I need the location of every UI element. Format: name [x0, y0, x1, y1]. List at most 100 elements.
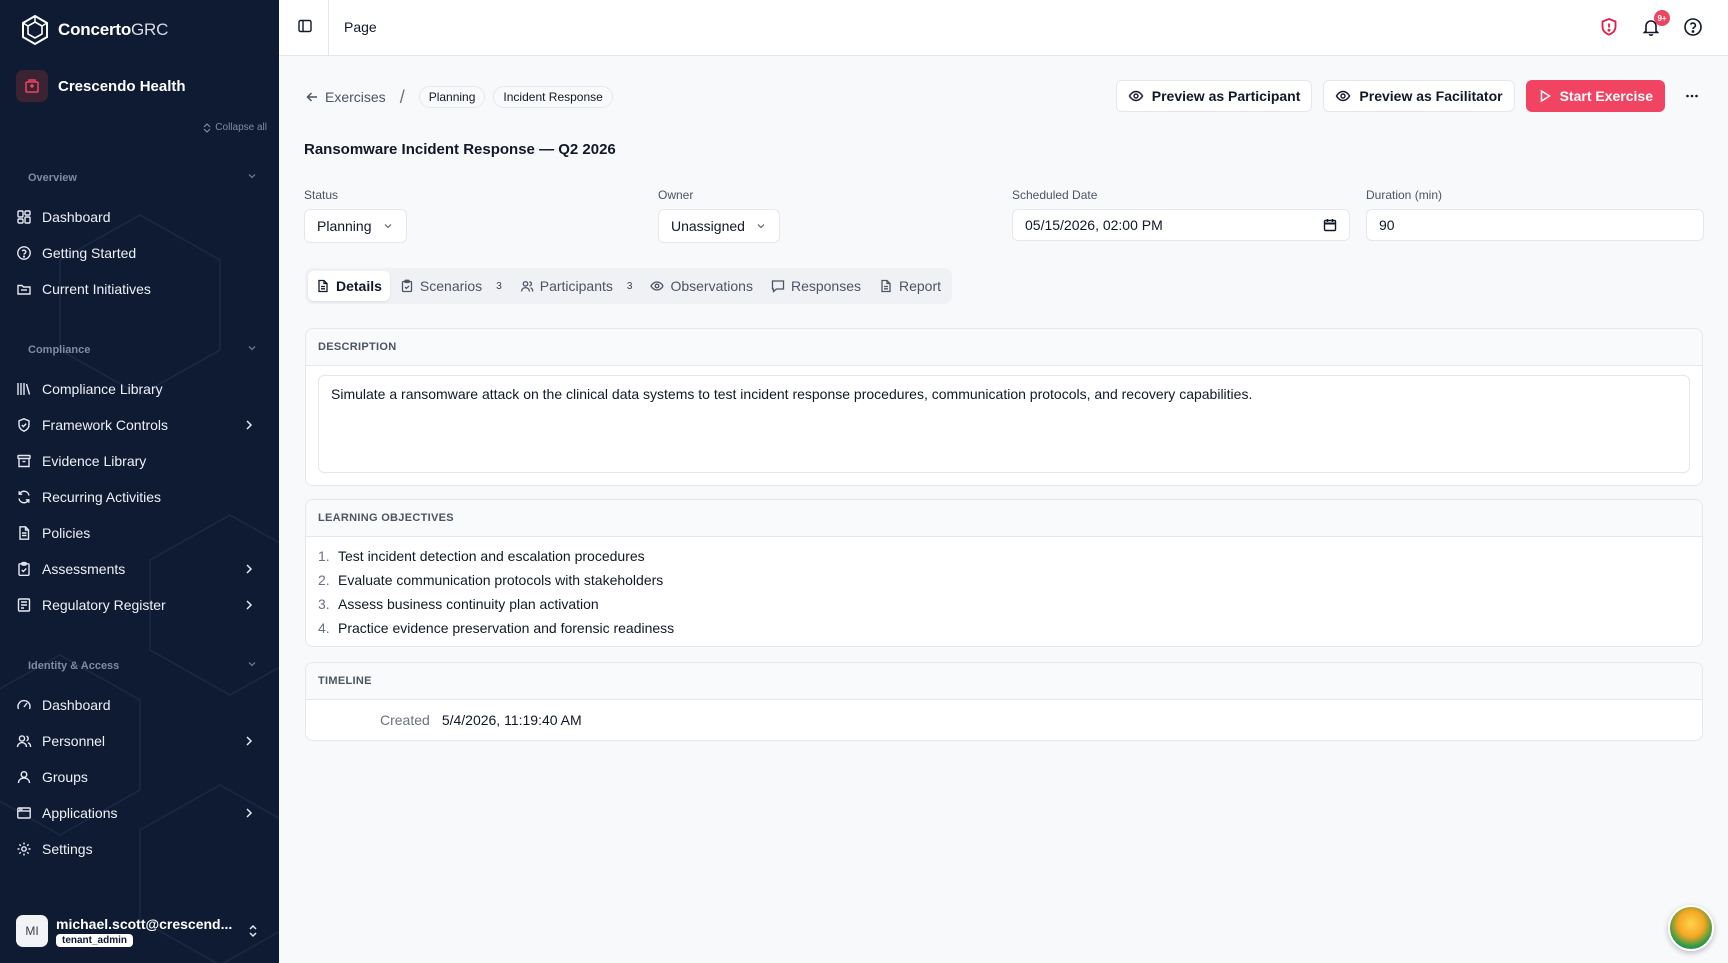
security-alert-button[interactable]: [1599, 17, 1619, 42]
list-item: 1. Test incident detection and escalation…: [318, 548, 645, 564]
sidebar-item-recurring-activities[interactable]: Recurring Activities: [16, 482, 266, 512]
chevrons-vertical-icon: [203, 122, 211, 133]
description-header: DESCRIPTION: [306, 329, 1702, 366]
assistant-avatar-button[interactable]: [1668, 905, 1714, 951]
section-label-compliance[interactable]: Compliance: [28, 344, 90, 356]
scheduled-date-field: Scheduled Date 05/15/2026, 02:00 PM: [1012, 188, 1350, 241]
chevrons-up-down-icon[interactable]: [246, 924, 260, 938]
brand-logo[interactable]: ConcertoGRC: [20, 14, 168, 46]
role-badge: tenant_admin: [56, 933, 134, 947]
owner-label: Owner: [658, 188, 694, 202]
chevron-down-icon: [757, 224, 765, 229]
list-item: 3. Assess business continuity plan activa…: [318, 596, 599, 612]
clipboard-icon: [18, 561, 30, 576]
archive-icon: [17, 454, 31, 468]
app-window-icon: [17, 807, 31, 819]
duration-field: Duration (min) 90: [1366, 188, 1704, 241]
tab-observations[interactable]: Observations: [642, 271, 760, 301]
scenario-count: 3: [496, 280, 502, 292]
shield-alert-icon: [1601, 18, 1617, 36]
duration-input[interactable]: 90: [1366, 209, 1704, 241]
sidebar-item-settings[interactable]: Settings: [16, 834, 266, 864]
gear-icon: [17, 842, 31, 856]
topbar: Page: [279, 0, 1728, 56]
sidebar-item-getting-started[interactable]: Getting Started: [16, 238, 266, 268]
topbar-divider: [328, 0, 329, 56]
start-exercise-button[interactable]: Start Exercise: [1525, 80, 1665, 112]
collapse-all-button[interactable]: Collapse all: [203, 122, 267, 133]
main-content: Exercises / Planning Incident Response P…: [279, 56, 1728, 963]
chevron-down-icon[interactable]: [247, 343, 257, 356]
tab-details[interactable]: Details: [308, 271, 390, 301]
objectives-list: 1. Test incident detection and escalation…: [306, 537, 1702, 646]
chevron-right-icon[interactable]: [242, 806, 256, 820]
preview-as-facilitator-button[interactable]: Preview as Facilitator: [1323, 80, 1515, 112]
tab-scenarios[interactable]: Scenarios 3: [392, 271, 510, 301]
learning-objectives-header: LEARNING OBJECTIVES: [306, 500, 1702, 537]
timeline-header: TIMELINE: [306, 663, 1702, 700]
library-icon: [17, 383, 31, 395]
notification-count-badge: 9+: [1654, 10, 1670, 26]
sidebar-item-applications[interactable]: Applications: [16, 798, 266, 828]
eye-icon: [650, 281, 665, 291]
sidebar-item-groups[interactable]: Groups: [16, 762, 266, 792]
dashboard-icon: [17, 210, 31, 224]
chevron-right-icon[interactable]: [242, 734, 256, 748]
exercise-title: Ransomware Incident Response — Q2 2026: [304, 141, 616, 158]
users-icon: [520, 280, 534, 292]
status-field: Status Planning: [304, 188, 642, 243]
sidebar-item-dashboard[interactable]: Dashboard: [16, 202, 266, 232]
play-icon: [1540, 89, 1551, 103]
eye-icon: [1128, 90, 1144, 102]
section-label-overview[interactable]: Overview: [28, 172, 77, 184]
hospital-icon: [16, 70, 48, 102]
list-item: 2. Evaluate communication protocols with …: [318, 572, 664, 588]
user-menu[interactable]: MI michael.scott@crescend... tenant_admi…: [16, 914, 266, 948]
tab-responses[interactable]: Responses: [763, 271, 869, 301]
status-badge: Planning: [418, 86, 486, 108]
sidebar-item-current-initiatives[interactable]: Current Initiatives: [16, 274, 266, 304]
chevron-down-icon[interactable]: [247, 171, 257, 184]
help-button[interactable]: [1683, 17, 1703, 42]
sidebar-item-policies[interactable]: Policies: [16, 518, 266, 548]
description-textarea[interactable]: Simulate a ransomware attack on the clin…: [318, 375, 1690, 473]
chevron-right-icon[interactable]: [242, 562, 256, 576]
toggle-sidebar-button[interactable]: [297, 18, 313, 39]
page-title: Page: [344, 19, 377, 35]
sidebar-item-ia-dashboard[interactable]: Dashboard: [16, 690, 266, 720]
folder-icon: [17, 284, 31, 295]
owner-select[interactable]: Unassigned: [658, 209, 780, 243]
concerto-logo-icon: [22, 14, 48, 46]
calendar-icon[interactable]: [1323, 218, 1337, 232]
sidebar: ConcertoGRC Crescendo Health Collapse al…: [0, 0, 279, 963]
tab-participants[interactable]: Participants 3: [512, 271, 641, 301]
more-options-button[interactable]: [1676, 80, 1708, 112]
scheduled-date-input[interactable]: 05/15/2026, 02:00 PM: [1012, 209, 1350, 241]
message-icon: [771, 280, 785, 293]
sidebar-item-compliance-library[interactable]: Compliance Library: [16, 374, 266, 404]
register-icon: [17, 598, 31, 612]
chevron-down-icon[interactable]: [247, 659, 257, 672]
chevron-right-icon[interactable]: [242, 418, 256, 432]
shield-check-icon: [18, 418, 30, 432]
sidebar-item-personnel[interactable]: Personnel: [16, 726, 266, 756]
tenant-switcher[interactable]: Crescendo Health: [16, 70, 186, 102]
chevron-right-icon[interactable]: [242, 598, 256, 612]
back-to-exercises-link[interactable]: Exercises: [305, 89, 386, 105]
sidebar-item-framework-controls[interactable]: Framework Controls: [16, 410, 266, 440]
tenant-name: Crescendo Health: [58, 77, 186, 95]
status-select[interactable]: Planning: [304, 209, 407, 243]
created-label: Created: [380, 712, 430, 728]
avatar: MI: [16, 915, 48, 947]
section-label-identity-access[interactable]: Identity & Access: [28, 660, 119, 672]
page-actions: Preview as Participant Preview as Facili…: [1115, 80, 1708, 112]
sidebar-item-regulatory-register[interactable]: Regulatory Register: [16, 590, 266, 620]
timeline-card: TIMELINE Created 5/4/2026, 11:19:40 AM: [305, 662, 1703, 741]
more-horizontal-icon: [1686, 94, 1698, 98]
sidebar-item-assessments[interactable]: Assessments: [16, 554, 266, 584]
gauge-icon: [17, 699, 31, 710]
sidebar-item-evidence-library[interactable]: Evidence Library: [16, 446, 266, 476]
arrow-left-icon: [306, 92, 317, 102]
tab-report[interactable]: Report: [871, 271, 949, 301]
preview-as-participant-button[interactable]: Preview as Participant: [1115, 80, 1313, 112]
